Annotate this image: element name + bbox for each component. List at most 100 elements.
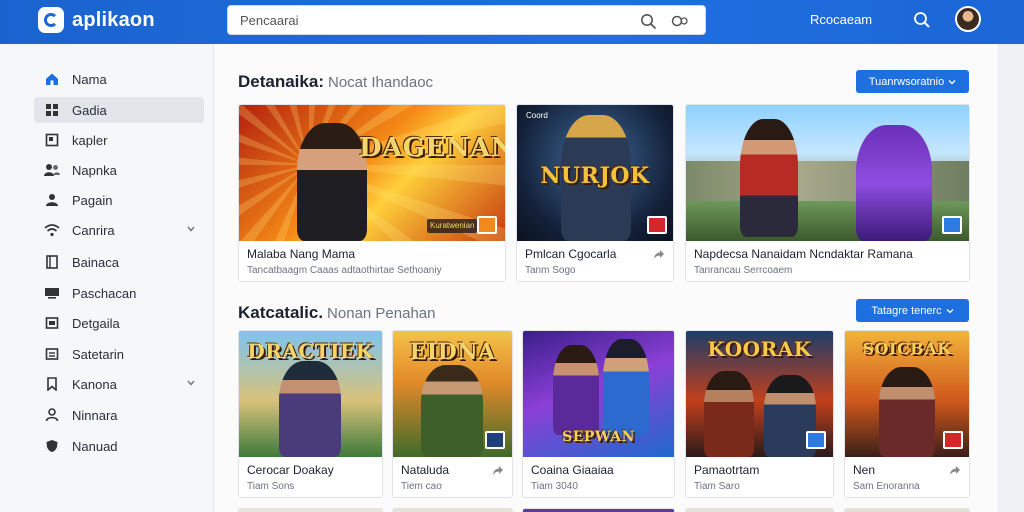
section-action-button[interactable]: Tatagre tenerc (856, 299, 969, 322)
list-icon (44, 346, 60, 362)
game-thumbnail: KOORAK (686, 331, 833, 457)
rating-badge-icon (485, 431, 505, 449)
card-subtitle: Tiam Saro (694, 481, 740, 492)
sidebar-item-label: Detgaila (72, 315, 120, 331)
game-card[interactable]: KOORAK Pamaotrtam Tiam Saro (685, 330, 834, 498)
game-thumbnail: DAGENAN Kuratwenian (239, 105, 505, 241)
sidebar-item-kapler[interactable]: kapler (34, 127, 204, 153)
share-icon[interactable] (492, 465, 504, 476)
section-subtitle: Nonan Penahan (327, 305, 436, 322)
book-icon (44, 254, 60, 270)
card-subtitle: Tancatbaagm Caaas adtaothirtae Sethoaniy (247, 265, 442, 276)
card-title: Pmlcan Cgocarla (525, 247, 617, 261)
sidebar-item-label: Paschacan (72, 285, 137, 301)
sidebar-item-label: kapler (72, 132, 108, 148)
card-title: Nataluda (401, 463, 450, 477)
sidebar-item-detgaila[interactable]: Detgaila (34, 310, 204, 336)
game-thumbnail: SEPWAN (523, 331, 674, 457)
sidebar-item-kanona[interactable]: Kanona (34, 371, 204, 397)
sidebar-item-nanuad[interactable]: Nanuad (34, 433, 204, 459)
game-thumbnail-title: EIDNA (409, 339, 496, 365)
game-thumbnail-title: DAGENAN (359, 133, 505, 163)
sidebar-item-label: Nama (72, 71, 107, 87)
game-thumbnail: NURJOK Coord (517, 105, 673, 241)
chevron-down-icon (946, 308, 954, 313)
game-thumbnail-title: DRACTIEK (247, 339, 374, 363)
search-icon[interactable] (640, 13, 657, 30)
game-card[interactable]: SEPWAN Coaina Giaaiaa Tiam 3040 (522, 330, 675, 498)
share-icon[interactable] (949, 465, 961, 476)
sidebar-item-pagain[interactable]: Pagain (34, 187, 204, 213)
game-card[interactable] (844, 508, 970, 512)
app-logo[interactable]: aplikaon (38, 7, 155, 33)
sidebar-item-label: Satetarin (72, 346, 125, 362)
section-subtitle: Nocat Ihandaoc (327, 74, 434, 91)
scroll-gutter[interactable] (998, 44, 1024, 512)
card-subtitle: Tiam Sons (247, 481, 295, 492)
game-thumbnail: EIDNA (393, 331, 512, 457)
section-title-text: Katcatalic. (238, 303, 324, 322)
game-card[interactable] (522, 508, 675, 512)
game-thumbnail-title: SEPWAN (562, 429, 635, 445)
game-card[interactable]: SOICBAK Nen Sam Enoranna (844, 330, 970, 498)
card-subtitle: Tiem cao (401, 481, 442, 492)
sidebar-item-canrira[interactable]: Canrira (34, 217, 204, 243)
chevron-down-icon[interactable] (186, 224, 196, 234)
game-card[interactable]: EIDNA Nataluda Tiem cao (392, 330, 513, 498)
avatar[interactable] (955, 6, 981, 32)
rating-badge-icon (943, 431, 963, 449)
chevron-down-icon[interactable] (186, 378, 196, 388)
game-card[interactable]: DRACTIEK Cerocar Doakay Tiam Sons (238, 330, 383, 498)
sidebar-item-nama[interactable]: Nama (34, 66, 204, 92)
app-title: aplikaon (72, 8, 155, 31)
sidebar-item-label: Kanona (72, 376, 117, 392)
game-card[interactable] (685, 508, 834, 512)
search-icon[interactable] (913, 11, 931, 29)
thumbnail-tag: Coord (526, 111, 548, 120)
section-action-label: Tatagre tenerc (871, 304, 942, 317)
card-subtitle: Tanrancau Serrcoaem (694, 265, 793, 276)
search-input[interactable] (240, 12, 620, 28)
share-icon[interactable] (653, 249, 665, 260)
card-title: Pamaotrtam (694, 463, 760, 477)
sidebar-item-gadia[interactable]: Gadia (34, 97, 204, 123)
bookmark-icon (44, 376, 60, 392)
section-action-label: Tuanrwsoratnio (868, 75, 945, 88)
game-thumbnail: DRACTIEK (239, 331, 382, 457)
card-subtitle: Tiam 3040 (531, 481, 578, 492)
sidebar: Nama Gadia kapler Napnka Pagain Canrira … (0, 44, 214, 512)
game-card[interactable]: NURJOK Coord Pmlcan Cgocarla Tanm Sogo (516, 104, 674, 282)
game-thumbnail-title: KOORAK (707, 337, 812, 361)
sidebar-item-satetarin[interactable]: Satetarin (34, 341, 204, 367)
card-title: Coaina Giaaiaa (531, 463, 614, 477)
game-card[interactable]: Napdecsa Nanaidam Ncndaktar Ramana Tanra… (685, 104, 970, 282)
sidebar-item-ninnara[interactable]: Ninnara (34, 402, 204, 428)
sidebar-item-paschacan[interactable]: Paschacan (34, 280, 204, 306)
wifi-icon (44, 222, 60, 238)
thumbnail-tag: Kuratwenian (427, 219, 478, 233)
game-thumbnail-title: NURJOK (540, 163, 650, 189)
card-title: Napdecsa Nanaidam Ncndaktar Ramana (694, 247, 913, 261)
game-card[interactable] (238, 508, 383, 512)
search-bar[interactable] (227, 5, 706, 35)
sidebar-item-napnka[interactable]: Napnka (34, 157, 204, 183)
section-title: Detanaika: Nocat Ihandaoc (238, 72, 433, 92)
home-icon (44, 71, 60, 87)
sidebar-item-label: Nanuad (72, 438, 118, 454)
sidebar-item-bainaca[interactable]: Bainaca (34, 249, 204, 275)
shield-icon (44, 438, 60, 454)
rating-badge-icon (477, 216, 497, 234)
camera-search-icon[interactable] (670, 13, 690, 30)
card-title: Malaba Nang Mama (247, 247, 356, 261)
sidebar-item-label: Canrira (72, 222, 115, 238)
section-action-button[interactable]: Tuanrwsoratnio (856, 70, 969, 93)
user-icon (44, 192, 60, 208)
game-card[interactable] (392, 508, 513, 512)
card-subtitle: Tanm Sogo (525, 265, 576, 276)
logo-icon (38, 7, 64, 33)
main-content: Detanaika: Nocat Ihandaoc Tuanrwsoratnio … (214, 44, 998, 512)
game-thumbnail (686, 105, 969, 241)
game-thumbnail-title: SOICBAK (862, 339, 952, 358)
game-card[interactable]: DAGENAN Kuratwenian Malaba Nang Mama Tan… (238, 104, 506, 282)
header-link[interactable]: Rcocaeam (810, 12, 872, 27)
